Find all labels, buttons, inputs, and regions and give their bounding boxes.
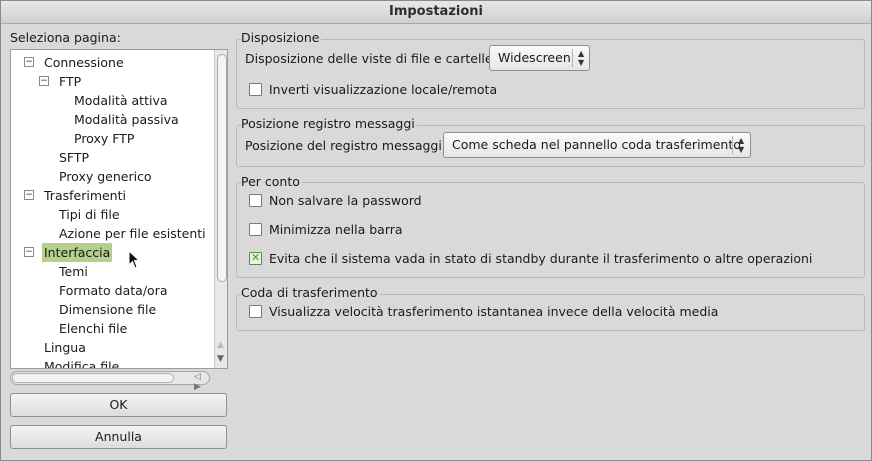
tree-item-proxy-generico[interactable]: Proxy generico: [59, 167, 152, 186]
scrollbar-thumb[interactable]: [12, 373, 174, 383]
collapse-icon[interactable]: −: [39, 76, 49, 86]
page-tree[interactable]: − Connessione − FTP Modalità attiva Moda…: [10, 49, 228, 369]
scroll-up-icon[interactable]: ▲: [217, 340, 224, 350]
tree-item-label: Formato data/ora: [59, 283, 168, 298]
log-position-label: Posizione del registro messaggi:: [245, 138, 447, 153]
tree-item-modalita-passiva[interactable]: Modalità passiva: [74, 110, 179, 129]
tree-item-proxy-ftp[interactable]: Proxy FTP: [74, 129, 134, 148]
collapse-icon[interactable]: −: [24, 247, 34, 257]
layout-label: Disposizione delle viste di file e carte…: [245, 51, 497, 66]
settings-window: Impostazioni Seleziona pagina: − Conness…: [0, 0, 872, 461]
tree-item-lingua[interactable]: Lingua: [44, 338, 86, 357]
scroll-down-icon[interactable]: ▼: [217, 354, 224, 364]
prevent-standby-label: Evita che il sistema vada in stato di st…: [269, 251, 813, 266]
tree-item-label: Modalità passiva: [74, 112, 179, 127]
tree-item-label: Dimensione file: [59, 302, 157, 317]
tree-horizontal-scrollbar[interactable]: ◁ ▶: [10, 371, 210, 392]
tree-item-label: Azione per file esistenti: [59, 226, 206, 241]
log-position-select[interactable]: Come scheda nel pannello coda trasferime…: [443, 132, 751, 158]
spinner-arrows-icon: ▲ ▼: [578, 49, 585, 67]
tree-item-formato-data-ora[interactable]: Formato data/ora: [59, 281, 167, 300]
swap-views-label: Inverti visualizzazione locale/remota: [269, 82, 498, 97]
minimize-tray-label: Minimizza nella barra: [269, 222, 403, 237]
instant-speed-checkbox[interactable]: [249, 305, 262, 318]
ok-button[interactable]: OK: [10, 393, 227, 417]
instant-speed-label: Visualizza velocità trasferimento istant…: [269, 304, 719, 319]
log-position-select-value: Come scheda nel pannello coda trasferime…: [452, 137, 741, 152]
tree-item-label: Modalità attiva: [74, 93, 168, 108]
tree-item-label: Interfaccia: [42, 243, 113, 262]
tree-item-label: Temi: [59, 264, 88, 279]
tree-item-azione-file-esistenti[interactable]: Azione per file esistenti: [59, 224, 206, 243]
layout-select[interactable]: Widescreen ▲ ▼: [489, 45, 590, 71]
no-password-checkbox[interactable]: [249, 194, 262, 207]
queue-group-title: Coda di trasferimento: [241, 285, 380, 300]
tree-item-sftp[interactable]: SFTP: [59, 148, 89, 167]
tree-item-label: Tipi di file: [59, 207, 120, 222]
tree-item-label: Proxy FTP: [74, 131, 135, 146]
tree-item-label: SFTP: [59, 150, 90, 165]
layout-group-title: Disposizione: [241, 30, 322, 45]
tree-item-label: FTP: [59, 74, 82, 89]
tree-item-temi[interactable]: Temi: [59, 262, 88, 281]
tree-vertical-scrollbar[interactable]: ▲ ▼: [214, 50, 227, 368]
scroll-left-right-icon[interactable]: ◁ ▶: [194, 372, 209, 392]
minimize-tray-checkbox[interactable]: [249, 223, 262, 236]
behaviour-group-title: Per conto: [241, 174, 302, 189]
collapse-icon[interactable]: −: [24, 190, 34, 200]
tree-item-label: Elenchi file: [59, 321, 128, 336]
tree-item-label: Lingua: [44, 340, 86, 355]
tree-item-modifica-file[interactable]: Modifica file: [44, 357, 120, 369]
mouse-cursor-icon: [128, 250, 141, 269]
collapse-icon[interactable]: −: [24, 57, 34, 67]
tree-item-dimensione-file[interactable]: Dimensione file: [59, 300, 156, 319]
no-password-label: Non salvare la password: [269, 193, 422, 208]
spinner-arrows-icon: ▲ ▼: [738, 136, 745, 154]
tree-item-label: Trasferimenti: [44, 188, 126, 203]
scrollbar-thumb[interactable]: [217, 54, 227, 282]
prevent-standby-checkbox[interactable]: [249, 251, 262, 265]
tree-item-tipi-di-file[interactable]: Tipi di file: [59, 205, 120, 224]
tree-item-label: Proxy generico: [59, 169, 152, 184]
swap-views-checkbox[interactable]: [249, 83, 262, 96]
layout-select-value: Widescreen: [498, 50, 571, 65]
tree-item-label: Modifica file: [44, 359, 120, 369]
tree-item-label: Connessione: [44, 55, 124, 70]
window-title: Impostazioni: [1, 1, 871, 24]
cancel-button[interactable]: Annulla: [10, 425, 227, 449]
select-page-label: Seleziona pagina:: [10, 30, 121, 45]
tree-item-modalita-attiva[interactable]: Modalità attiva: [74, 91, 168, 110]
tree-item-elenchi-file[interactable]: Elenchi file: [59, 319, 127, 338]
log-position-group-title: Posizione registro messaggi: [241, 116, 417, 131]
